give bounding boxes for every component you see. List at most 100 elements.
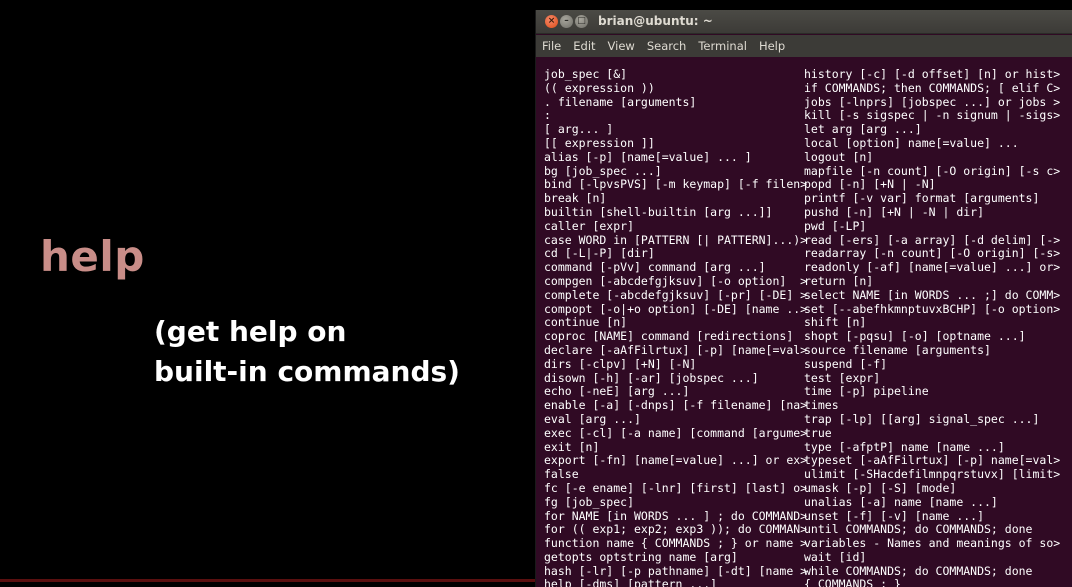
- terminal-line: variables - Names and meanings of so>: [804, 537, 1061, 551]
- slide-description-line-2: built-in commands): [154, 355, 460, 388]
- terminal-line: source filename [arguments]: [804, 343, 991, 357]
- terminal-line: true: [804, 426, 832, 440]
- terminal-line: complete [-abcdefgjksuv] [-pr] [-DE] >: [544, 288, 808, 302]
- terminal-line: shift [n]: [804, 316, 867, 330]
- terminal-line: echo [-neE] [arg ...]: [544, 385, 690, 399]
- terminal-line: unset [-f] [-v] [name ...]: [804, 509, 985, 523]
- terminal-line: cd [-L|-P] [dir]: [544, 247, 655, 261]
- terminal-output-right-column: history [-c] [-d offset] [n] or hist> if …: [804, 68, 1060, 587]
- close-button[interactable]: ×: [545, 15, 558, 28]
- terminal-line: readonly [-af] [name[=value] ...] or>: [804, 261, 1061, 275]
- terminal-line: builtin [shell-builtin [arg ...]]: [544, 205, 773, 219]
- terminal-line: typeset [-aAfFilrtux] [-p] name[=val>: [804, 454, 1061, 468]
- terminal-line: caller [expr]: [544, 219, 635, 233]
- terminal-line: . filename [arguments]: [544, 95, 697, 109]
- terminal-line: function name { COMMANDS ; } or name >: [544, 537, 808, 551]
- terminal-line: printf [-v var] format [arguments]: [804, 192, 1040, 206]
- terminal-line: umask [-p] [-S] [mode]: [804, 481, 957, 495]
- terminal-line: for NAME [in WORDS ... ] ; do COMMAND>: [544, 509, 808, 523]
- terminal-line: select NAME [in WORDS ... ;] do COMM>: [804, 288, 1061, 302]
- terminal-line: help [-dms] [pattern ...]: [544, 578, 718, 587]
- terminal-line: let arg [arg ...]: [804, 123, 922, 137]
- terminal-line: pwd [-LP]: [804, 219, 867, 233]
- terminal-line: pushd [-n] [+N | -N | dir]: [804, 205, 985, 219]
- terminal-line: ulimit [-SHacdefilmnpqrstuvx] [limit>: [804, 468, 1061, 482]
- window-titlebar[interactable]: × – □ brian@ubuntu: ~: [536, 10, 1072, 34]
- terminal-line: read [-ers] [-a array] [-d delim] [->: [804, 233, 1061, 247]
- terminal-line: bg [job_spec ...]: [544, 164, 662, 178]
- terminal-line: continue [n]: [544, 316, 628, 330]
- terminal-line: [[ expression ]]: [544, 136, 655, 150]
- terminal-line: declare [-aAfFilrtux] [-p] [name[=val>: [544, 343, 808, 357]
- terminal-line: compgen [-abcdefgjksuv] [-o option] >: [544, 274, 808, 288]
- window-title: brian@ubuntu: ~: [598, 14, 713, 28]
- terminal-line: set [--abefhkmnptuvxBCHP] [-o option>: [804, 302, 1061, 316]
- terminal-line: history [-c] [-d offset] [n] or hist>: [804, 68, 1061, 81]
- terminal-line: kill [-s sigspec | -n signum | -sigs>: [804, 109, 1061, 123]
- menu-file[interactable]: File: [542, 39, 561, 53]
- terminal-line: times: [804, 399, 839, 413]
- terminal-line: enable [-a] [-dnps] [-f filename] [na>: [544, 399, 808, 413]
- terminal-line: compopt [-o|+o option] [-DE] [name ..>: [544, 302, 808, 316]
- slide-description: (get help on built-in commands): [154, 312, 460, 392]
- terminal-line: logout [n]: [804, 150, 874, 164]
- terminal-line: job_spec [&]: [544, 68, 628, 81]
- slide-description-line-1: (get help on: [154, 315, 347, 348]
- terminal-line: test [expr]: [804, 371, 881, 385]
- terminal-line: alias [-p] [name[=value] ... ]: [544, 150, 752, 164]
- terminal-line: export [-fn] [name[=value] ...] or ex>: [544, 454, 808, 468]
- minimize-button[interactable]: –: [560, 15, 573, 28]
- terminal-line: suspend [-f]: [804, 357, 888, 371]
- terminal-line: exec [-cl] [-a name] [command [argume>: [544, 426, 808, 440]
- terminal-line: readarray [-n count] [-O origin] [-s>: [804, 247, 1061, 261]
- terminal-line: coproc [NAME] command [redirections]: [544, 330, 794, 344]
- terminal-line: return [n]: [804, 274, 874, 288]
- close-icon: ×: [547, 16, 556, 26]
- terminal-line: while COMMANDS; do COMMANDS; done: [804, 564, 1033, 578]
- terminal-line: eval [arg ...]: [544, 412, 641, 426]
- terminal-line: (( expression )): [544, 81, 655, 95]
- terminal-line: trap [-lp] [[arg] signal_spec ...]: [804, 412, 1040, 426]
- terminal-line: jobs [-lnprs] [jobspec ...] or jobs >: [804, 95, 1061, 109]
- maximize-button[interactable]: □: [575, 15, 588, 28]
- terminal-line: getopts optstring name [arg]: [544, 550, 738, 564]
- terminal-line: for (( exp1; exp2; exp3 )); do COMMAN>: [544, 523, 808, 537]
- menu-view[interactable]: View: [608, 39, 635, 53]
- menu-terminal[interactable]: Terminal: [698, 39, 747, 53]
- terminal-line: mapfile [-n count] [-O origin] [-s c>: [804, 164, 1061, 178]
- terminal-line: unalias [-a] name [name ...]: [804, 495, 998, 509]
- terminal-line: if COMMANDS; then COMMANDS; [ elif C>: [804, 81, 1061, 95]
- terminal-line: wait [id]: [804, 550, 867, 564]
- slide-bottom-bar: [0, 579, 536, 582]
- terminal-line: false: [544, 468, 579, 482]
- terminal-line: case WORD in [PATTERN [| PATTERN]...)>: [544, 233, 808, 247]
- terminal-output-left-column: job_spec [&](( expression )). filename […: [544, 68, 807, 587]
- terminal-line: { COMMANDS ; }: [804, 578, 901, 587]
- menu-help[interactable]: Help: [759, 39, 785, 53]
- menu-bar: File Edit View Search Terminal Help: [536, 35, 1072, 57]
- terminal-line: command [-pVv] command [arg ...]: [544, 261, 766, 275]
- slide-title: help: [40, 232, 145, 281]
- terminal-line: popd [-n] [+N | -N]: [804, 178, 936, 192]
- terminal-line: [ arg... ]: [544, 123, 614, 137]
- menu-edit[interactable]: Edit: [573, 39, 595, 53]
- terminal-line: local [option] name[=value] ...: [804, 136, 1019, 150]
- terminal-line: hash [-lr] [-p pathname] [-dt] [name >: [544, 564, 808, 578]
- terminal-line: exit [n]: [544, 440, 600, 454]
- terminal-line: dirs [-clpv] [+N] [-N]: [544, 357, 697, 371]
- terminal-line: type [-afptP] name [name ...]: [804, 440, 1005, 454]
- terminal-line: time [-p] pipeline: [804, 385, 929, 399]
- terminal-line: shopt [-pqsu] [-o] [optname ...]: [804, 330, 1026, 344]
- terminal-line: bind [-lpvsPVS] [-m keymap] [-f filen>: [544, 178, 808, 192]
- minimize-icon: –: [564, 16, 569, 26]
- menu-search[interactable]: Search: [647, 39, 687, 53]
- terminal-line: break [n]: [544, 192, 607, 206]
- terminal-window[interactable]: × – □ brian@ubuntu: ~ File Edit View Sea…: [535, 10, 1072, 587]
- terminal-line: fg [job_spec]: [544, 495, 635, 509]
- terminal-line: :: [544, 109, 551, 123]
- terminal-line: disown [-h] [-ar] [jobspec ...]: [544, 371, 759, 385]
- terminal-output[interactable]: job_spec [&](( expression )). filename […: [536, 57, 1072, 587]
- terminal-line: fc [-e ename] [-lnr] [first] [last] o>: [544, 481, 808, 495]
- maximize-icon: □: [577, 16, 586, 26]
- terminal-line: until COMMANDS; do COMMANDS; done: [804, 523, 1033, 537]
